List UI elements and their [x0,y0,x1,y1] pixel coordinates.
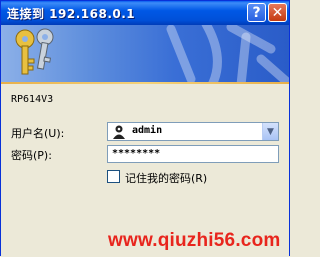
keys-icon [15,28,54,75]
window-title: 连接到 192.168.0.1 [7,7,136,21]
banner-divider [1,82,289,84]
password-label: 密码(P): [11,149,52,162]
username-value: admin [132,125,163,136]
close-icon: ✕ [271,4,284,21]
login-dialog: 连接到 192.168.0.1 ? ✕ RP614V3 用户名(U): admi… [0,0,290,257]
remember-password-label[interactable]: 记住我的密码(R) [125,170,207,186]
username-combobox[interactable]: admin ▼ [107,122,279,141]
remember-password-checkbox[interactable] [107,170,120,183]
close-button[interactable]: ✕ [268,3,287,22]
help-button[interactable]: ? [247,3,266,22]
chevron-down-icon: ▼ [267,126,274,137]
user-icon [113,125,125,139]
device-model-label: RP614V3 [11,94,54,105]
help-icon: ? [252,4,261,21]
username-label: 用户名(U): [11,127,65,140]
title-bar[interactable]: 连接到 192.168.0.1 ? ✕ [1,1,289,26]
password-field[interactable]: ******** [107,145,279,163]
banner-image [1,25,289,82]
site-watermark: www.qiuzhi56.com [108,230,281,251]
dropdown-button[interactable]: ▼ [262,123,278,140]
banner-decoration-icon [166,25,289,82]
